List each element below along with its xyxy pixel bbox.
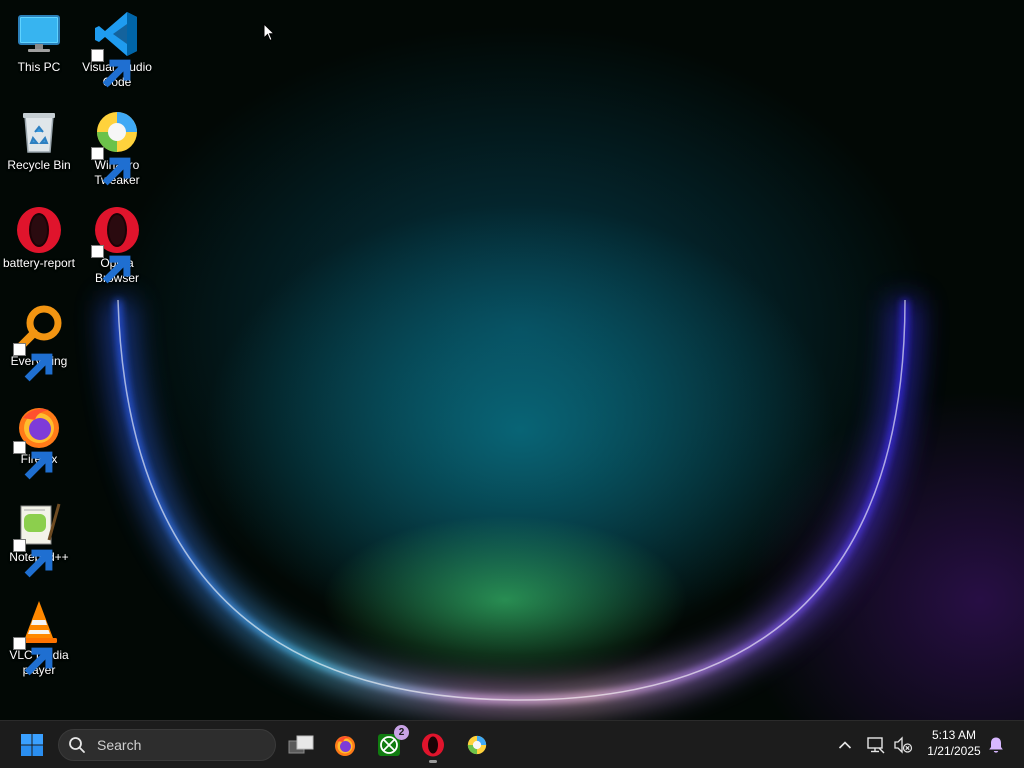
vscode-icon	[91, 10, 141, 88]
taskbar-app-opera[interactable]	[415, 727, 451, 763]
desktop-icon-battery-report[interactable]: battery-report	[0, 202, 78, 271]
desktop-icon-this-pc[interactable]: This PC	[0, 6, 78, 75]
shortcut-arrow-icon	[13, 441, 53, 480]
shortcut-arrow-icon	[91, 245, 131, 284]
vlc-icon	[13, 598, 63, 676]
winaero-tweaker-icon	[467, 735, 487, 755]
firefox-icon	[13, 402, 63, 480]
opera-icon	[15, 206, 63, 254]
taskbar-search-box[interactable]	[58, 729, 276, 761]
taskbar-app-task-view[interactable]	[283, 727, 319, 763]
taskbar-app-winaero-tweaker[interactable]	[459, 727, 495, 763]
desktop-icon-vlc[interactable]: VLC media player	[0, 594, 78, 678]
taskbar-app-xbox[interactable]: 2	[371, 725, 409, 763]
tray-volume-button[interactable]	[891, 733, 915, 757]
recycle-bin-icon	[15, 108, 63, 156]
desktop[interactable]: This PC Recycle Bin battery-report Every…	[0, 0, 1024, 720]
network-icon	[867, 737, 885, 754]
shortcut-arrow-icon	[91, 147, 131, 186]
desktop-icon-recycle-bin[interactable]: Recycle Bin	[0, 104, 78, 173]
tray-overflow-button[interactable]	[833, 733, 857, 757]
shortcut-arrow-icon	[91, 49, 131, 88]
notepadpp-icon	[13, 500, 63, 578]
search-icon	[69, 737, 85, 753]
clock-time: 5:13 AM	[931, 728, 977, 742]
windows-start-icon	[21, 734, 43, 756]
clock-date: 1/21/2025	[927, 744, 981, 758]
desktop-icon-opera-browser[interactable]: Opera Browser	[78, 202, 156, 286]
desktop-icon-everything[interactable]: Everything	[0, 300, 78, 382]
desktop-icon-notepadpp[interactable]: Notepad++	[0, 496, 78, 578]
desktop-icon-label: battery-report	[2, 256, 76, 270]
chevron-up-icon	[838, 741, 852, 749]
taskbar-app-firefox[interactable]	[327, 727, 363, 763]
volume-muted-icon	[894, 736, 913, 754]
this-pc-icon	[15, 10, 63, 58]
everything-icon	[13, 304, 63, 382]
firefox-icon	[335, 736, 355, 756]
mouse-pointer-icon	[263, 23, 275, 42]
search-input[interactable]	[95, 736, 259, 754]
shortcut-arrow-icon	[13, 637, 53, 676]
task-view-icon	[288, 735, 314, 754]
desktop-icon-winaero-tweaker[interactable]: Winaero Tweaker	[78, 104, 156, 188]
shortcut-arrow-icon	[13, 539, 53, 578]
tray-network-button[interactable]	[864, 733, 888, 757]
desktop-icon-vscode[interactable]: Visual Studio Code	[78, 6, 156, 90]
start-button[interactable]	[14, 727, 50, 763]
taskbar: 2 5:13 AM 1/21/2025	[0, 720, 1024, 768]
winaero-tweaker-icon	[91, 108, 141, 186]
running-indicator	[429, 760, 437, 763]
notification-bell-icon	[989, 737, 1003, 753]
opera-icon	[422, 733, 444, 757]
desktop-icon-label: Recycle Bin	[7, 158, 71, 172]
opera-icon	[91, 206, 141, 284]
shortcut-arrow-icon	[13, 343, 53, 382]
desktop-icon-firefox[interactable]: Firefox	[0, 398, 78, 480]
notification-center-button[interactable]	[984, 733, 1008, 757]
notification-badge: 2	[394, 725, 409, 740]
desktop-icon-label: This PC	[17, 60, 61, 74]
taskbar-clock[interactable]: 5:13 AM 1/21/2025	[918, 727, 990, 759]
